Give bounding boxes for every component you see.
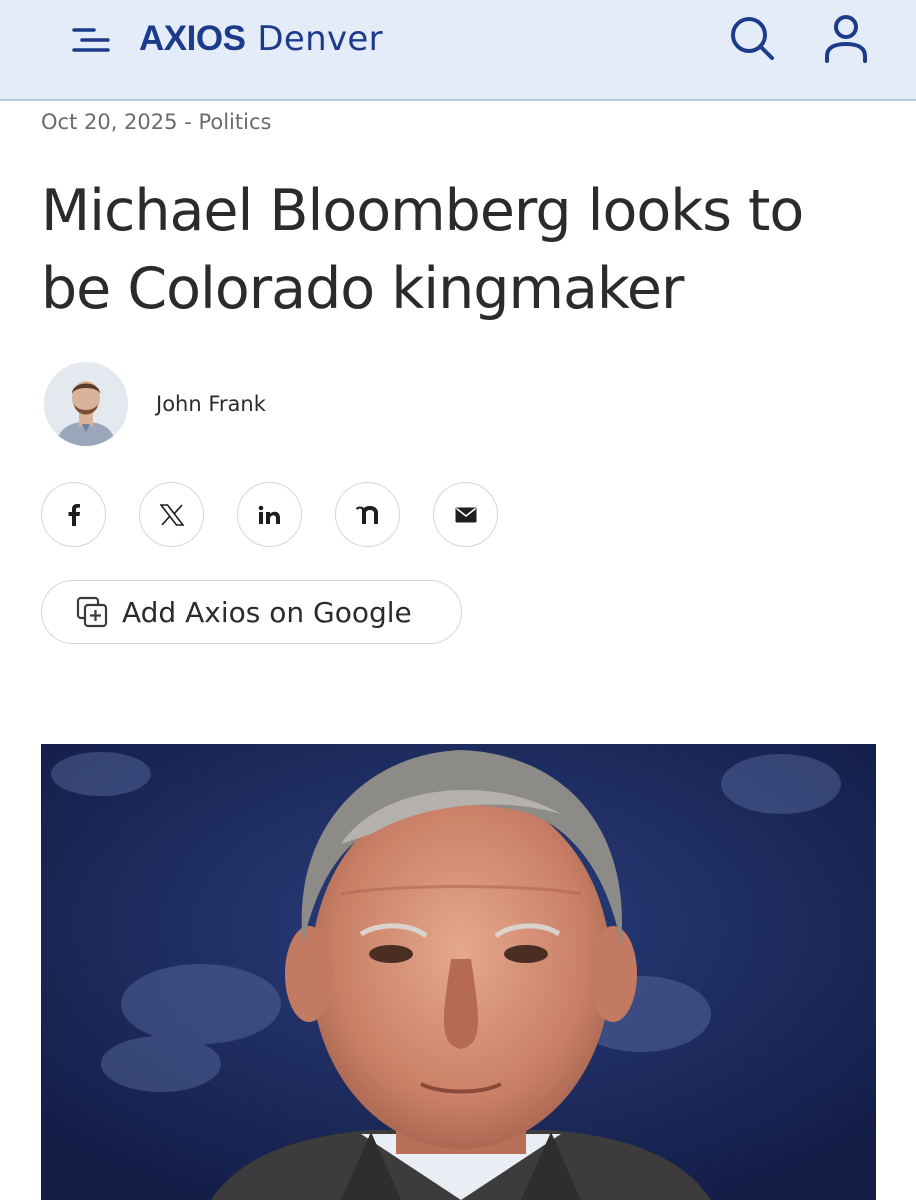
- search-button[interactable]: [728, 14, 776, 62]
- share-email-button[interactable]: [433, 482, 498, 547]
- author-name[interactable]: John Frank: [156, 392, 266, 416]
- add-axios-on-google-label: Add Axios on Google: [122, 595, 412, 629]
- add-to-collection-icon: [76, 596, 108, 628]
- site-logo[interactable]: AXIOS Denver: [139, 19, 383, 59]
- site-header: AXIOS Denver: [0, 0, 916, 101]
- article-meta: Oct 20, 2025 - Politics: [41, 110, 271, 134]
- logo-city: Denver: [257, 19, 383, 59]
- logo-brand: AXIOS: [139, 19, 246, 58]
- article-date: Oct 20, 2025: [41, 110, 178, 134]
- share-buttons: [41, 482, 498, 547]
- article-headline: Michael Bloomberg looks to be Colorado k…: [41, 178, 804, 322]
- x-icon: [159, 503, 184, 526]
- menu-icon: [72, 28, 110, 52]
- category-link[interactable]: Politics: [198, 110, 271, 134]
- facebook-icon: [68, 503, 80, 526]
- author-byline[interactable]: John Frank: [44, 362, 266, 446]
- search-icon: [731, 17, 774, 60]
- meta-separator: -: [184, 110, 192, 134]
- linkedin-icon: [258, 505, 280, 524]
- share-x-button[interactable]: [139, 482, 204, 547]
- email-icon: [455, 507, 476, 522]
- share-linkedin-button[interactable]: [237, 482, 302, 547]
- threads-icon: [355, 505, 378, 524]
- share-threads-button[interactable]: [335, 482, 400, 547]
- author-avatar: [44, 362, 128, 446]
- menu-button[interactable]: [72, 24, 112, 56]
- add-axios-on-google-button[interactable]: Add Axios on Google: [41, 580, 462, 644]
- hero-image: [41, 744, 876, 1200]
- account-icon: [825, 15, 867, 63]
- share-facebook-button[interactable]: [41, 482, 106, 547]
- account-button[interactable]: [822, 14, 870, 66]
